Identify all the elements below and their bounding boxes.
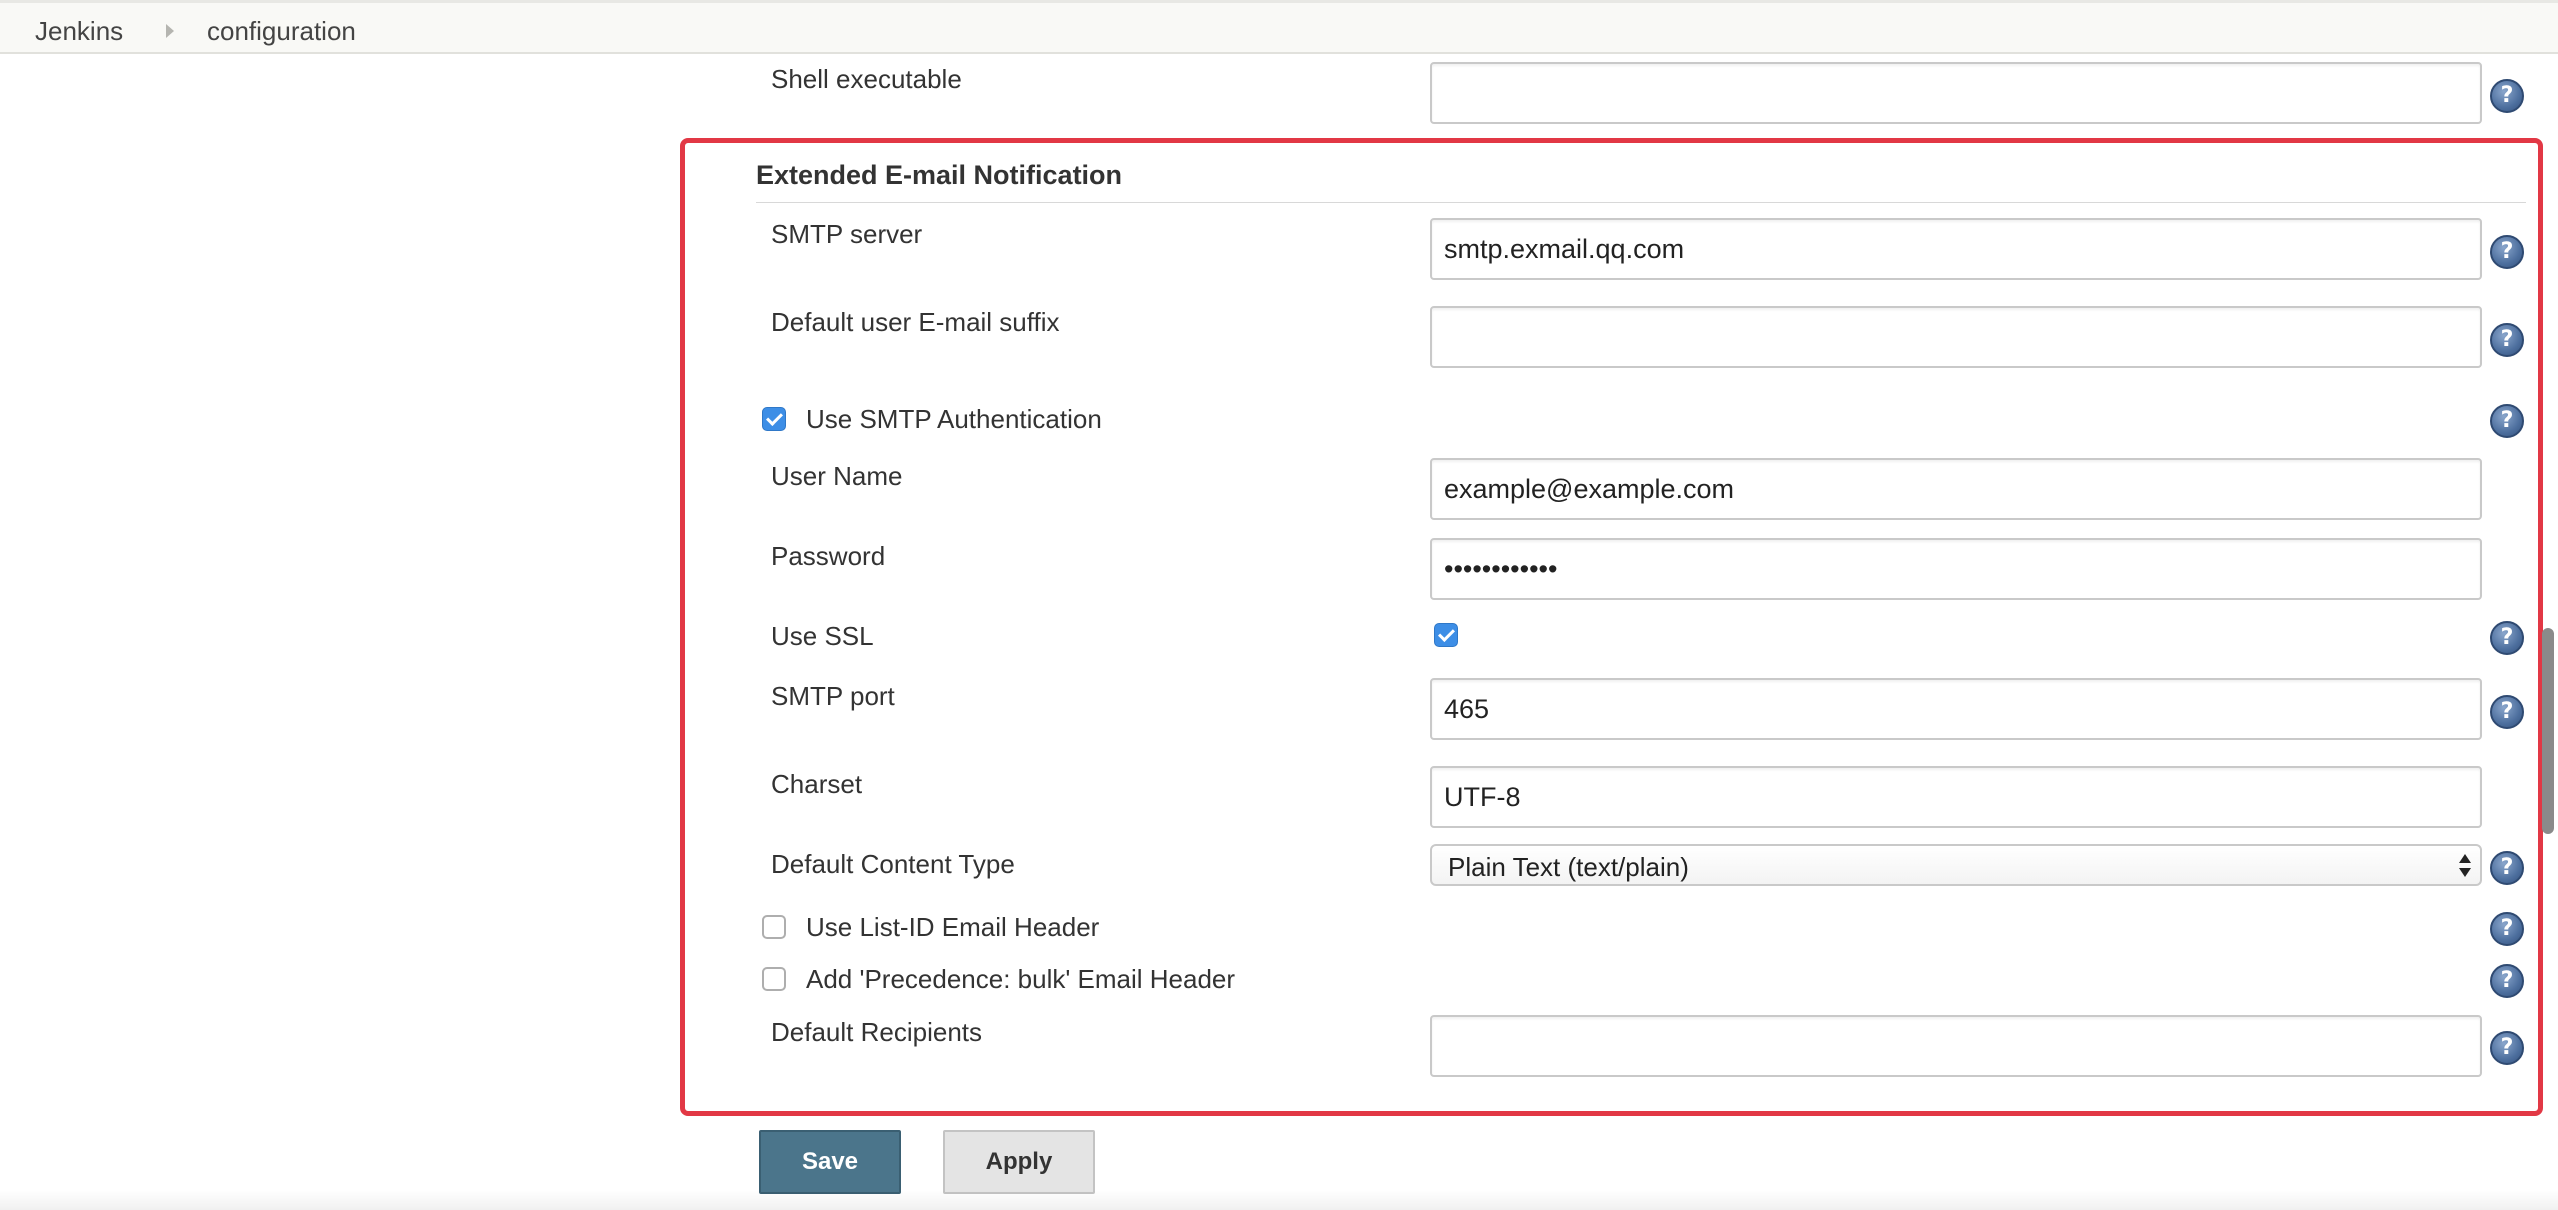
content-type-select[interactable]: Plain Text (text/plain) — [1430, 844, 2482, 886]
select-arrows-icon — [2458, 852, 2472, 880]
use-smtp-auth-label: Use SMTP Authentication — [806, 404, 1102, 434]
charset-input[interactable] — [1430, 766, 2482, 828]
chevron-right-icon — [166, 24, 174, 38]
help-icon[interactable]: ? — [2490, 695, 2524, 729]
default-suffix-input[interactable] — [1430, 306, 2482, 368]
user-name-label: User Name — [771, 461, 903, 491]
shell-executable-input[interactable] — [1430, 62, 2482, 124]
shell-executable-label: Shell executable — [771, 64, 962, 94]
user-name-input[interactable] — [1430, 458, 2482, 520]
help-icon[interactable]: ? — [2490, 912, 2524, 946]
default-suffix-label: Default user E-mail suffix — [771, 307, 1060, 337]
use-smtp-auth-checkbox[interactable] — [762, 407, 786, 431]
scrollbar-thumb[interactable] — [2542, 628, 2554, 834]
save-button[interactable]: Save — [759, 1130, 901, 1194]
use-ssl-checkbox[interactable] — [1434, 623, 1458, 647]
help-icon[interactable]: ? — [2490, 323, 2524, 357]
help-icon[interactable]: ? — [2490, 964, 2524, 998]
list-id-header-label: Use List-ID Email Header — [806, 912, 1100, 942]
smtp-port-label: SMTP port — [771, 681, 895, 711]
section-divider — [756, 202, 2526, 203]
bottom-shadow — [0, 1190, 2558, 1210]
breadcrumb-jenkins[interactable]: Jenkins — [35, 16, 123, 47]
section-title: Extended E-mail Notification — [756, 160, 1123, 190]
password-input[interactable] — [1430, 538, 2482, 600]
apply-button[interactable]: Apply — [943, 1130, 1095, 1194]
default-recipients-input[interactable] — [1430, 1015, 2482, 1077]
list-id-header-checkbox[interactable] — [762, 915, 786, 939]
smtp-server-label: SMTP server — [771, 219, 923, 249]
charset-label: Charset — [771, 769, 863, 799]
breadcrumb: Jenkins configuration — [0, 0, 2558, 54]
default-recipients-label: Default Recipients — [771, 1017, 982, 1047]
breadcrumb-configuration[interactable]: configuration — [207, 16, 356, 47]
content-type-selected: Plain Text (text/plain) — [1448, 852, 1689, 882]
precedence-header-checkbox[interactable] — [762, 967, 786, 991]
smtp-port-input[interactable] — [1430, 678, 2482, 740]
precedence-header-label: Add 'Precedence: bulk' Email Header — [806, 964, 1236, 994]
help-icon[interactable]: ? — [2490, 1031, 2524, 1065]
help-icon[interactable]: ? — [2490, 851, 2524, 885]
smtp-server-input[interactable] — [1430, 218, 2482, 280]
help-icon[interactable]: ? — [2490, 235, 2524, 269]
password-label: Password — [771, 541, 886, 571]
help-icon[interactable]: ? — [2490, 404, 2524, 438]
use-ssl-label: Use SSL — [771, 621, 874, 651]
help-icon[interactable]: ? — [2490, 79, 2524, 113]
help-icon[interactable]: ? — [2490, 621, 2524, 655]
content-type-label: Default Content Type — [771, 849, 1015, 879]
